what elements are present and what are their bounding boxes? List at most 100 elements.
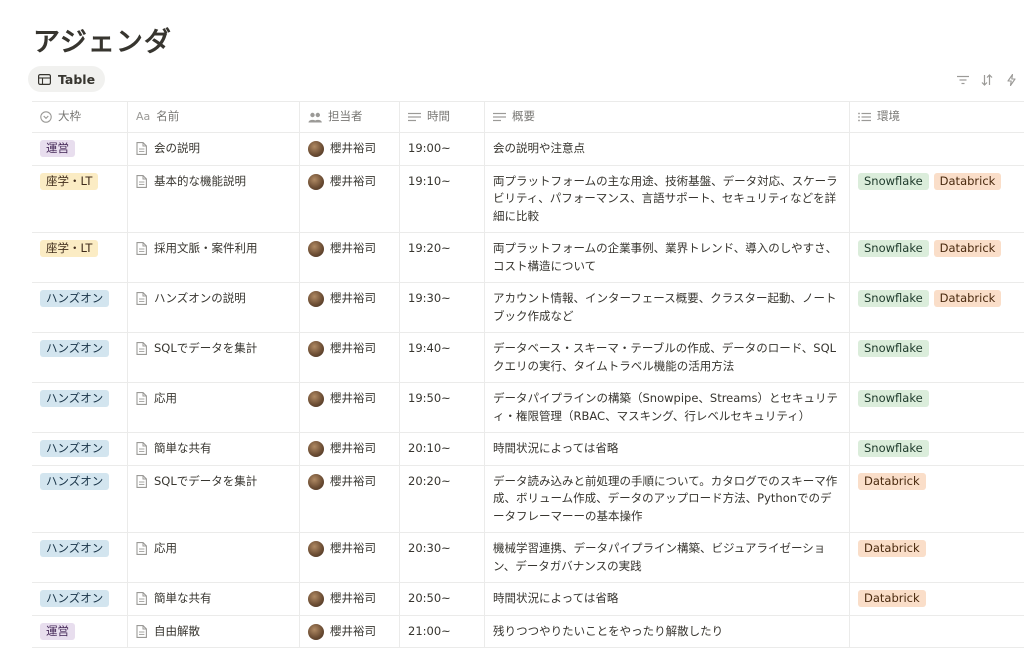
category-cell[interactable]: ハンズオン bbox=[32, 533, 128, 582]
name-cell[interactable]: ハンズオンの説明 bbox=[128, 283, 300, 332]
person-cell[interactable]: 櫻井裕司 bbox=[300, 616, 400, 648]
table-row[interactable]: 運営 会の説明 櫻井裕司 19:00~ 会の説明や注意点 bbox=[32, 133, 1024, 166]
category-cell[interactable]: 運営 bbox=[32, 616, 128, 648]
name-cell[interactable]: 採用文脈・案件利用 bbox=[128, 233, 300, 282]
table-row[interactable]: ハンズオン SQLでデータを集計 櫻井裕司 20:20~ データ読み込みと前処理… bbox=[32, 466, 1024, 534]
env-cell[interactable]: SnowflakeDatabrick bbox=[850, 283, 1024, 332]
column-header-category[interactable]: 大枠 bbox=[32, 102, 128, 132]
env-tag-snowflake: Snowflake bbox=[858, 440, 929, 457]
table-row[interactable]: ハンズオン 応用 櫻井裕司 20:30~ 機械学習連携、データパイプライン構築、… bbox=[32, 533, 1024, 583]
table-row[interactable]: 運営 自由解散 櫻井裕司 21:00~ 残りつつやりたいことをやったり解散したり bbox=[32, 616, 1024, 648]
table-row[interactable]: 座学・LT 採用文脈・案件利用 櫻井裕司 19:20~ 両プラットフォームの企業… bbox=[32, 233, 1024, 283]
person-cell[interactable]: 櫻井裕司 bbox=[300, 283, 400, 332]
column-header-person[interactable]: 担当者 bbox=[300, 102, 400, 132]
category-cell[interactable]: 座学・LT bbox=[32, 166, 128, 233]
person-cell[interactable]: 櫻井裕司 bbox=[300, 233, 400, 282]
column-header-env[interactable]: 環境 bbox=[850, 102, 1024, 132]
summary-cell[interactable]: アカウント情報、インターフェース概要、クラスター起動、ノートブック作成など bbox=[485, 283, 850, 332]
name-cell[interactable]: 会の説明 bbox=[128, 133, 300, 165]
time-cell[interactable]: 20:10~ bbox=[400, 433, 485, 465]
table-row[interactable]: ハンズオン 応用 櫻井裕司 19:50~ データパイプラインの構築（Snowpi… bbox=[32, 383, 1024, 433]
summary-cell[interactable]: 両プラットフォームの企業事例、業界トレンド、導入のしやすさ、コスト構造について bbox=[485, 233, 850, 282]
time-cell[interactable]: 19:50~ bbox=[400, 383, 485, 432]
person-cell[interactable]: 櫻井裕司 bbox=[300, 383, 400, 432]
table-row[interactable]: 座学・LT 基本的な機能説明 櫻井裕司 19:10~ 両プラットフォームの主な用… bbox=[32, 166, 1024, 234]
category-cell[interactable]: ハンズオン bbox=[32, 333, 128, 382]
env-cell[interactable]: Snowflake bbox=[850, 333, 1024, 382]
category-cell[interactable]: ハンズオン bbox=[32, 283, 128, 332]
column-header-name[interactable]: Aa 名前 bbox=[128, 102, 300, 132]
view-tab-table[interactable]: Table bbox=[28, 66, 105, 92]
row-time: 20:50~ bbox=[408, 591, 451, 605]
category-cell[interactable]: ハンズオン bbox=[32, 466, 128, 533]
time-cell[interactable]: 20:30~ bbox=[400, 533, 485, 582]
row-time: 19:00~ bbox=[408, 141, 451, 155]
table-row[interactable]: ハンズオン SQLでデータを集計 櫻井裕司 19:40~ データベース・スキーマ… bbox=[32, 333, 1024, 383]
page-icon bbox=[136, 442, 147, 455]
env-cell[interactable]: SnowflakeDatabrick bbox=[850, 233, 1024, 282]
person-cell[interactable]: 櫻井裕司 bbox=[300, 466, 400, 533]
name-cell[interactable]: 簡単な共有 bbox=[128, 583, 300, 615]
time-cell[interactable]: 20:20~ bbox=[400, 466, 485, 533]
name-cell[interactable]: 基本的な機能説明 bbox=[128, 166, 300, 233]
category-cell[interactable]: 座学・LT bbox=[32, 233, 128, 282]
person-cell[interactable]: 櫻井裕司 bbox=[300, 166, 400, 233]
category-tag: ハンズオン bbox=[40, 290, 109, 307]
env-tag-snowflake: Snowflake bbox=[858, 240, 929, 257]
summary-cell[interactable]: データベース・スキーマ・テーブルの作成、データのロード、SQLクエリの実行、タイ… bbox=[485, 333, 850, 382]
avatar bbox=[308, 241, 324, 257]
env-cell[interactable] bbox=[850, 133, 1024, 165]
summary-cell[interactable]: 機械学習連携、データパイプライン構築、ビジュアライゼーション、データガバナンスの… bbox=[485, 533, 850, 582]
category-cell[interactable]: ハンズオン bbox=[32, 383, 128, 432]
category-cell[interactable]: ハンズオン bbox=[32, 433, 128, 465]
person-cell[interactable]: 櫻井裕司 bbox=[300, 583, 400, 615]
time-cell[interactable]: 19:20~ bbox=[400, 233, 485, 282]
env-tag-databrick: Databrick bbox=[858, 540, 926, 557]
summary-cell[interactable]: 両プラットフォームの主な用途、技術基盤、データ対応、スケーラビリティ、パフォーマ… bbox=[485, 166, 850, 233]
env-cell[interactable]: Snowflake bbox=[850, 433, 1024, 465]
time-cell[interactable]: 20:50~ bbox=[400, 583, 485, 615]
env-cell[interactable]: Databrick bbox=[850, 466, 1024, 533]
summary-cell[interactable]: 残りつつやりたいことをやったり解散したり bbox=[485, 616, 850, 648]
env-cell[interactable]: Databrick bbox=[850, 533, 1024, 582]
env-cell[interactable]: Snowflake bbox=[850, 383, 1024, 432]
column-header-summary[interactable]: 概要 bbox=[485, 102, 850, 132]
category-cell[interactable]: 運営 bbox=[32, 133, 128, 165]
filter-icon[interactable] bbox=[956, 73, 970, 87]
table-body: 運営 会の説明 櫻井裕司 19:00~ 会の説明や注意点 座学・LT 基本的な機… bbox=[32, 133, 1024, 648]
name-cell[interactable]: 自由解散 bbox=[128, 616, 300, 648]
summary-cell[interactable]: データパイプラインの構築（Snowpipe、Streams）とセキュリティ・権限… bbox=[485, 383, 850, 432]
env-cell[interactable]: Databrick bbox=[850, 583, 1024, 615]
env-tag-databrick: Databrick bbox=[934, 290, 1002, 307]
table-row[interactable]: ハンズオン 簡単な共有 櫻井裕司 20:10~ 時間状況によっては省略 Snow… bbox=[32, 433, 1024, 466]
name-cell[interactable]: SQLでデータを集計 bbox=[128, 333, 300, 382]
time-cell[interactable]: 19:30~ bbox=[400, 283, 485, 332]
name-cell[interactable]: SQLでデータを集計 bbox=[128, 466, 300, 533]
table-row[interactable]: ハンズオン ハンズオンの説明 櫻井裕司 19:30~ アカウント情報、インターフ… bbox=[32, 283, 1024, 333]
column-header-label: 概要 bbox=[512, 108, 535, 126]
person-cell[interactable]: 櫻井裕司 bbox=[300, 333, 400, 382]
table-row[interactable]: ハンズオン 簡単な共有 櫻井裕司 20:50~ 時間状況によっては省略 Data… bbox=[32, 583, 1024, 616]
name-cell[interactable]: 応用 bbox=[128, 533, 300, 582]
summary-cell[interactable]: 時間状況によっては省略 bbox=[485, 583, 850, 615]
person-cell[interactable]: 櫻井裕司 bbox=[300, 433, 400, 465]
summary-cell[interactable]: データ読み込みと前処理の手順について。カタログでのスキーマ作成、ボリューム作成、… bbox=[485, 466, 850, 533]
column-header-time[interactable]: 時間 bbox=[400, 102, 485, 132]
person-cell[interactable]: 櫻井裕司 bbox=[300, 133, 400, 165]
env-cell[interactable] bbox=[850, 616, 1024, 648]
person-cell[interactable]: 櫻井裕司 bbox=[300, 533, 400, 582]
name-cell[interactable]: 簡単な共有 bbox=[128, 433, 300, 465]
summary-cell[interactable]: 会の説明や注意点 bbox=[485, 133, 850, 165]
sort-icon[interactable] bbox=[980, 73, 994, 87]
page-icon bbox=[136, 625, 147, 638]
automation-icon[interactable] bbox=[1004, 73, 1018, 87]
env-cell[interactable]: SnowflakeDatabrick bbox=[850, 166, 1024, 233]
name-cell[interactable]: 応用 bbox=[128, 383, 300, 432]
time-cell[interactable]: 19:10~ bbox=[400, 166, 485, 233]
time-cell[interactable]: 21:00~ bbox=[400, 616, 485, 648]
env-tag-databrick: Databrick bbox=[858, 473, 926, 490]
time-cell[interactable]: 19:00~ bbox=[400, 133, 485, 165]
category-cell[interactable]: ハンズオン bbox=[32, 583, 128, 615]
time-cell[interactable]: 19:40~ bbox=[400, 333, 485, 382]
summary-cell[interactable]: 時間状況によっては省略 bbox=[485, 433, 850, 465]
